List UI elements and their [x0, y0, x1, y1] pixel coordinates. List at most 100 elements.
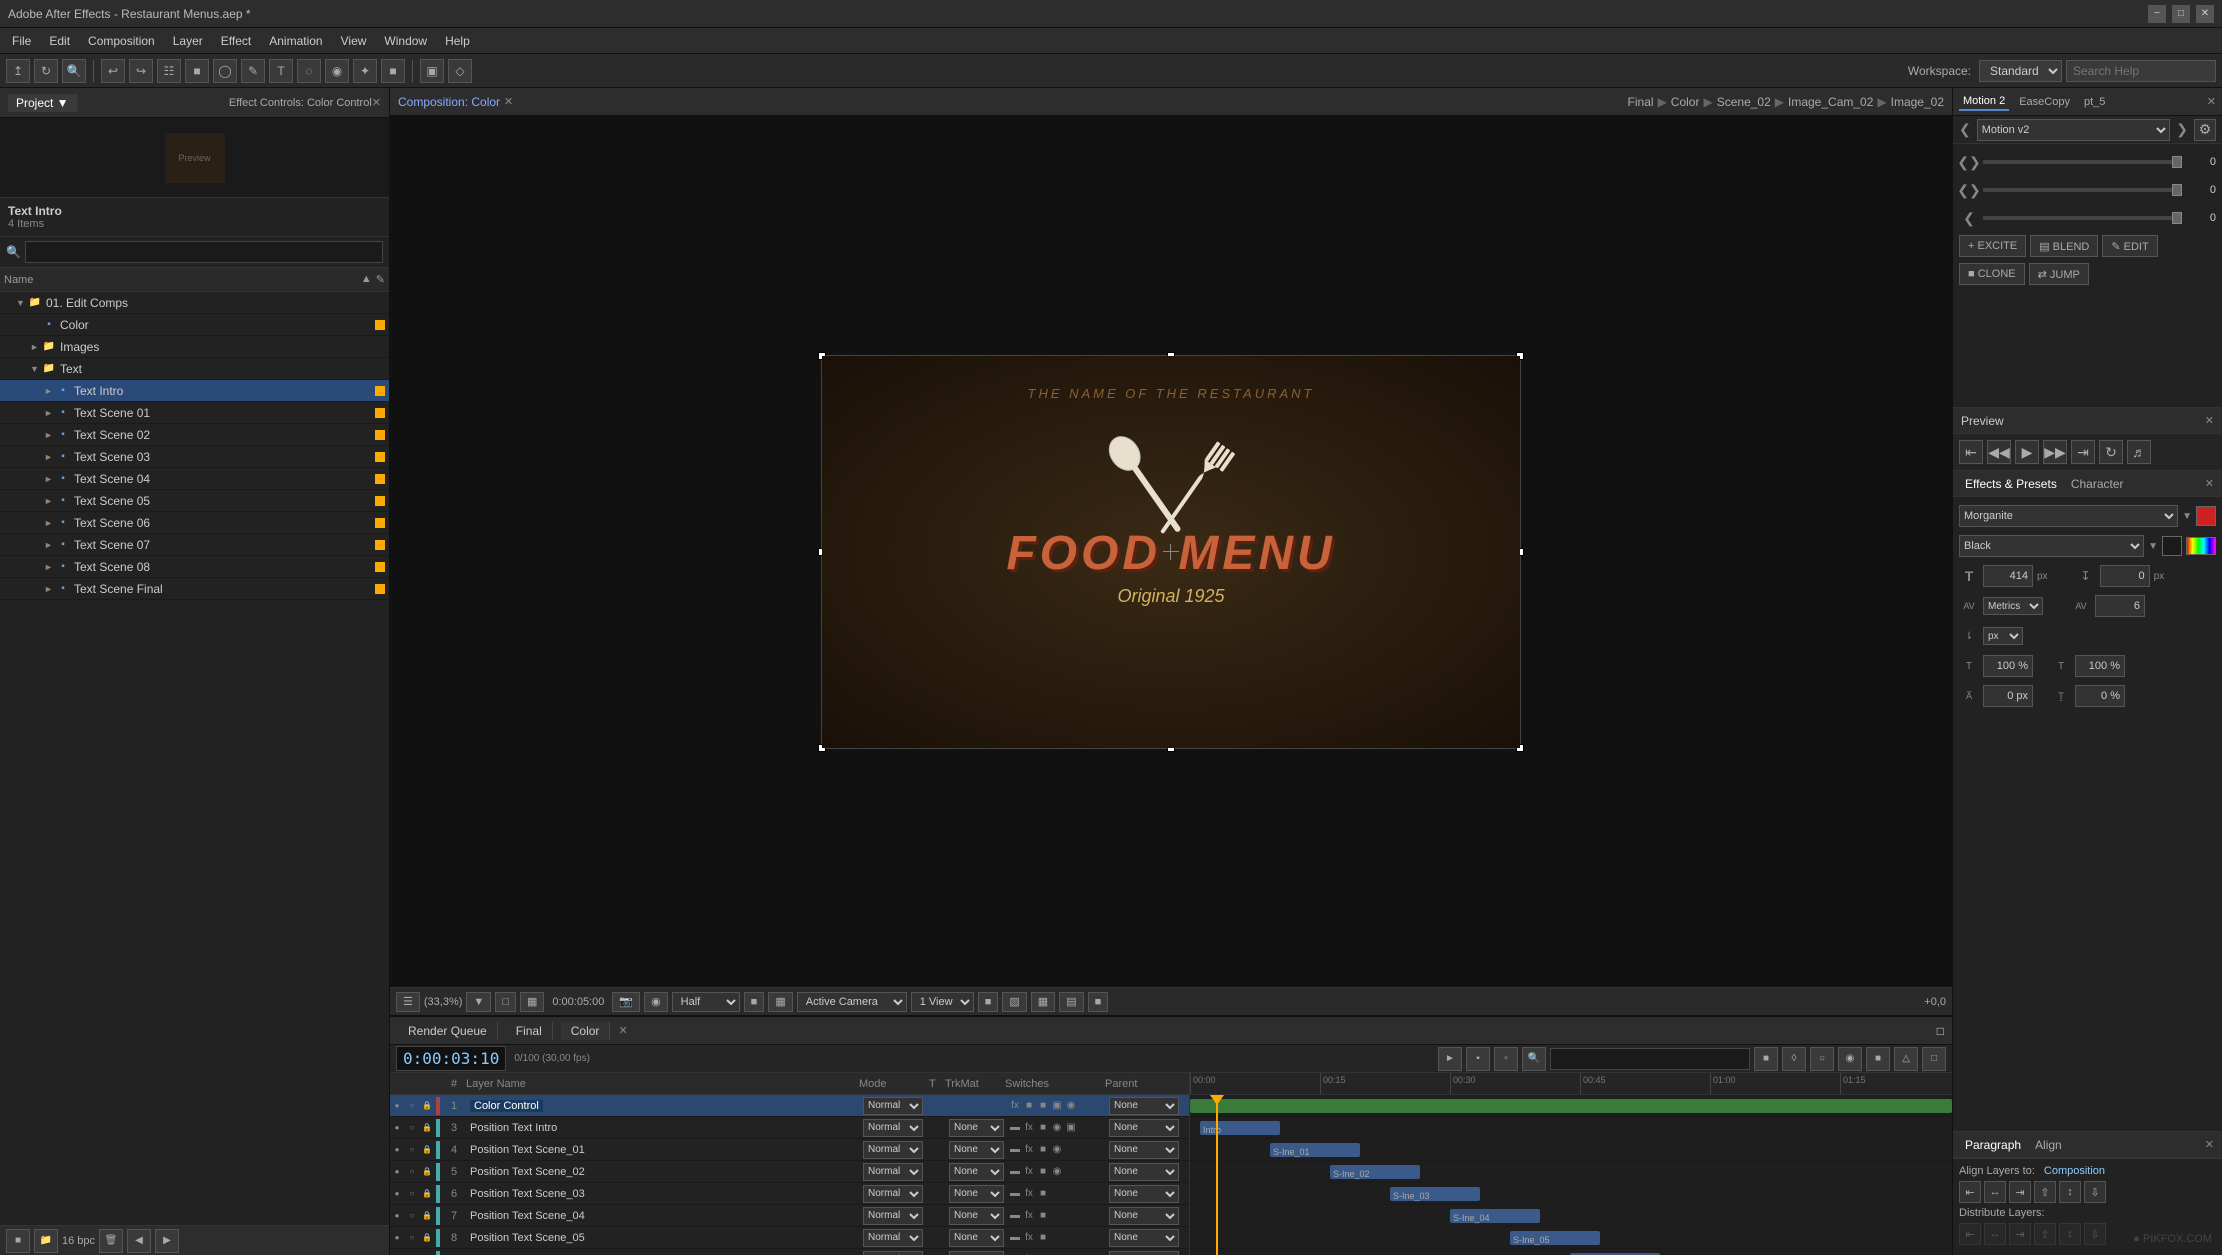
- track-bar-1[interactable]: [1190, 1099, 1952, 1113]
- layer-solo-1[interactable]: ○: [405, 1099, 419, 1113]
- scale-v-field[interactable]: [2075, 655, 2125, 677]
- color-btn[interactable]: ◉: [644, 992, 668, 1012]
- viewer-layout-btn2[interactable]: ▨: [1002, 992, 1026, 1012]
- tool-zoom[interactable]: 🔍: [62, 59, 86, 83]
- layer-solo-5[interactable]: ○: [405, 1165, 419, 1179]
- sw-1-6[interactable]: ▬: [1009, 1188, 1021, 1199]
- layer-mode-dropdown-4[interactable]: Normal: [863, 1141, 923, 1159]
- layer-row-7[interactable]: ● ○ 🔒 7 Position Text Scene_04 Normal No…: [390, 1205, 1189, 1227]
- timeline-btn10[interactable]: □: [1922, 1047, 1946, 1071]
- trkmat-dropdown-3[interactable]: None: [949, 1119, 1004, 1137]
- fit-btn[interactable]: □: [495, 992, 516, 1012]
- sw-2-3[interactable]: ■: [1037, 1122, 1049, 1133]
- sw-3-5[interactable]: ◉: [1051, 1166, 1063, 1177]
- menu-effect[interactable]: Effect: [213, 32, 259, 50]
- layer-eye-1[interactable]: ●: [390, 1099, 404, 1113]
- layer-mode-dropdown-9[interactable]: Normal: [863, 1251, 923, 1255]
- viewer-btn2[interactable]: ■: [744, 992, 765, 1012]
- sw-4-3[interactable]: ▣: [1065, 1122, 1077, 1133]
- motion-arrow-right[interactable]: ❯: [2176, 121, 2188, 138]
- layer-row-9[interactable]: ● ○ 🔒 9 Position Text Scene_06 Normal No…: [390, 1249, 1189, 1255]
- tsf-field[interactable]: [2075, 685, 2125, 707]
- tree-item-scene-03[interactable]: ► ▪ Text Scene 03: [0, 446, 389, 468]
- timeline-btn4[interactable]: ■: [1754, 1047, 1778, 1071]
- layer-eye-8[interactable]: ●: [390, 1231, 404, 1245]
- arrow-right-button[interactable]: ▶: [155, 1229, 179, 1253]
- switch-3-1[interactable]: ■: [1037, 1100, 1049, 1111]
- layer-solo-8[interactable]: ○: [405, 1231, 419, 1245]
- motion-slider-2[interactable]: [1983, 188, 2182, 192]
- motion-tab-pt5[interactable]: pt_5: [2080, 94, 2109, 110]
- tool-rotate[interactable]: ↻: [34, 59, 58, 83]
- tool-3d[interactable]: ◇: [448, 59, 472, 83]
- trash-button[interactable]: 🗑: [99, 1229, 123, 1253]
- sw-fx-5[interactable]: fx: [1023, 1166, 1035, 1177]
- render-queue-tab[interactable]: Render Queue: [398, 1022, 498, 1040]
- dist-left-btn[interactable]: ⇤: [1959, 1223, 1981, 1245]
- layer-row-3[interactable]: ● ○ 🔒 3 Position Text Intro Normal: [390, 1117, 1189, 1139]
- menu-composition[interactable]: Composition: [80, 32, 163, 50]
- baseline-shift-field[interactable]: [1983, 685, 2033, 707]
- tree-item-scene-04[interactable]: ► ▪ Text Scene 04: [0, 468, 389, 490]
- layer-solo-4[interactable]: ○: [405, 1143, 419, 1157]
- sw-fx-6[interactable]: fx: [1023, 1188, 1035, 1199]
- trkmat-5[interactable]: None: [949, 1163, 1004, 1181]
- timeline-btn2[interactable]: ▪: [1466, 1047, 1490, 1071]
- font-dropdown[interactable]: Morganite: [1959, 505, 2178, 527]
- parent-8[interactable]: None: [1109, 1229, 1179, 1247]
- menu-file[interactable]: File: [4, 32, 39, 50]
- layer-lock-7[interactable]: 🔒: [420, 1209, 434, 1223]
- trkmat-6[interactable]: None: [949, 1185, 1004, 1203]
- switch-4-1[interactable]: ▣: [1051, 1100, 1063, 1111]
- layer-lock-3[interactable]: 🔒: [420, 1121, 434, 1135]
- effects-tab-label[interactable]: Effects & Presets: [1961, 475, 2061, 493]
- quality-dropdown[interactable]: Half Full Quarter: [672, 992, 740, 1012]
- tool-camera[interactable]: ▣: [420, 59, 444, 83]
- parent-6[interactable]: None: [1109, 1185, 1179, 1203]
- crumb-imagecam02[interactable]: Image_Cam_02: [1788, 95, 1873, 109]
- preview-last-btn[interactable]: ⇥: [2071, 440, 2095, 464]
- paragraph-tab[interactable]: Paragraph: [1961, 1136, 2025, 1154]
- tool-circle[interactable]: ◯: [213, 59, 237, 83]
- viewer-options-btn[interactable]: ☰: [396, 992, 420, 1012]
- viewer-layout-btn3[interactable]: ▦: [1031, 992, 1055, 1012]
- tree-item-scene-05[interactable]: ► ▪ Text Scene 05: [0, 490, 389, 512]
- clone-button[interactable]: ■ CLONE: [1959, 263, 2025, 285]
- color-tab[interactable]: Color: [561, 1022, 611, 1040]
- layer-row-4[interactable]: ● ○ 🔒 4 Position Text Scene_01 Normal No…: [390, 1139, 1189, 1161]
- dist-bottom-btn[interactable]: ⇩: [2084, 1223, 2106, 1245]
- project-tab[interactable]: Project ▼: [8, 94, 78, 112]
- sw-2-7[interactable]: ■: [1037, 1210, 1049, 1221]
- track-bar-8[interactable]: S-Ine_05: [1510, 1231, 1600, 1245]
- sw-1-7[interactable]: ▬: [1009, 1210, 1021, 1221]
- tool-pen[interactable]: ✎: [241, 59, 265, 83]
- parent-4[interactable]: None: [1109, 1141, 1179, 1159]
- kerning-field[interactable]: [2095, 595, 2145, 617]
- timeline-ruler[interactable]: 00:00 00:15 00:30 00:45 01:00 01:15 01:3…: [1190, 1073, 1952, 1095]
- layer-solo-3[interactable]: ○: [405, 1121, 419, 1135]
- menu-layer[interactable]: Layer: [165, 32, 211, 50]
- timeline-expand-icon[interactable]: □: [1937, 1024, 1944, 1038]
- bg-color-swatch[interactable]: [2162, 536, 2182, 556]
- tree-item-edit-comps[interactable]: ▼ 📁 01. Edit Comps: [0, 292, 389, 314]
- layer-lock-8[interactable]: 🔒: [420, 1231, 434, 1245]
- parent-5[interactable]: None: [1109, 1163, 1179, 1181]
- layer-mode-dropdown-1[interactable]: Normal: [863, 1097, 923, 1115]
- sw-1-4[interactable]: ▬: [1009, 1144, 1021, 1155]
- tool-snap[interactable]: ☷: [157, 59, 181, 83]
- motion-arrow-left[interactable]: ❮: [1959, 121, 1971, 138]
- trkmat-7[interactable]: None: [949, 1207, 1004, 1225]
- edit-button[interactable]: ✎ EDIT: [2102, 235, 2157, 257]
- parent-dropdown-3[interactable]: None: [1109, 1119, 1179, 1137]
- sw-fx-4[interactable]: fx: [1023, 1144, 1035, 1155]
- track-bar-5[interactable]: S-Ine_02: [1330, 1165, 1420, 1179]
- motion-panel-close[interactable]: ✕: [2207, 95, 2216, 108]
- align-left-btn[interactable]: ⇤: [1959, 1181, 1981, 1203]
- menu-animation[interactable]: Animation: [261, 32, 330, 50]
- layer-row-1[interactable]: ● ○ 🔒 1 Color Control Normal: [390, 1095, 1189, 1117]
- timeline-btn7[interactable]: ◉: [1838, 1047, 1862, 1071]
- track-bar-7[interactable]: S-Ine_04: [1450, 1209, 1540, 1223]
- layer-mode-dropdown-3[interactable]: Normal: [863, 1119, 923, 1137]
- motion-slider-thumb-3[interactable]: [2172, 212, 2182, 224]
- tool-text[interactable]: T: [269, 59, 293, 83]
